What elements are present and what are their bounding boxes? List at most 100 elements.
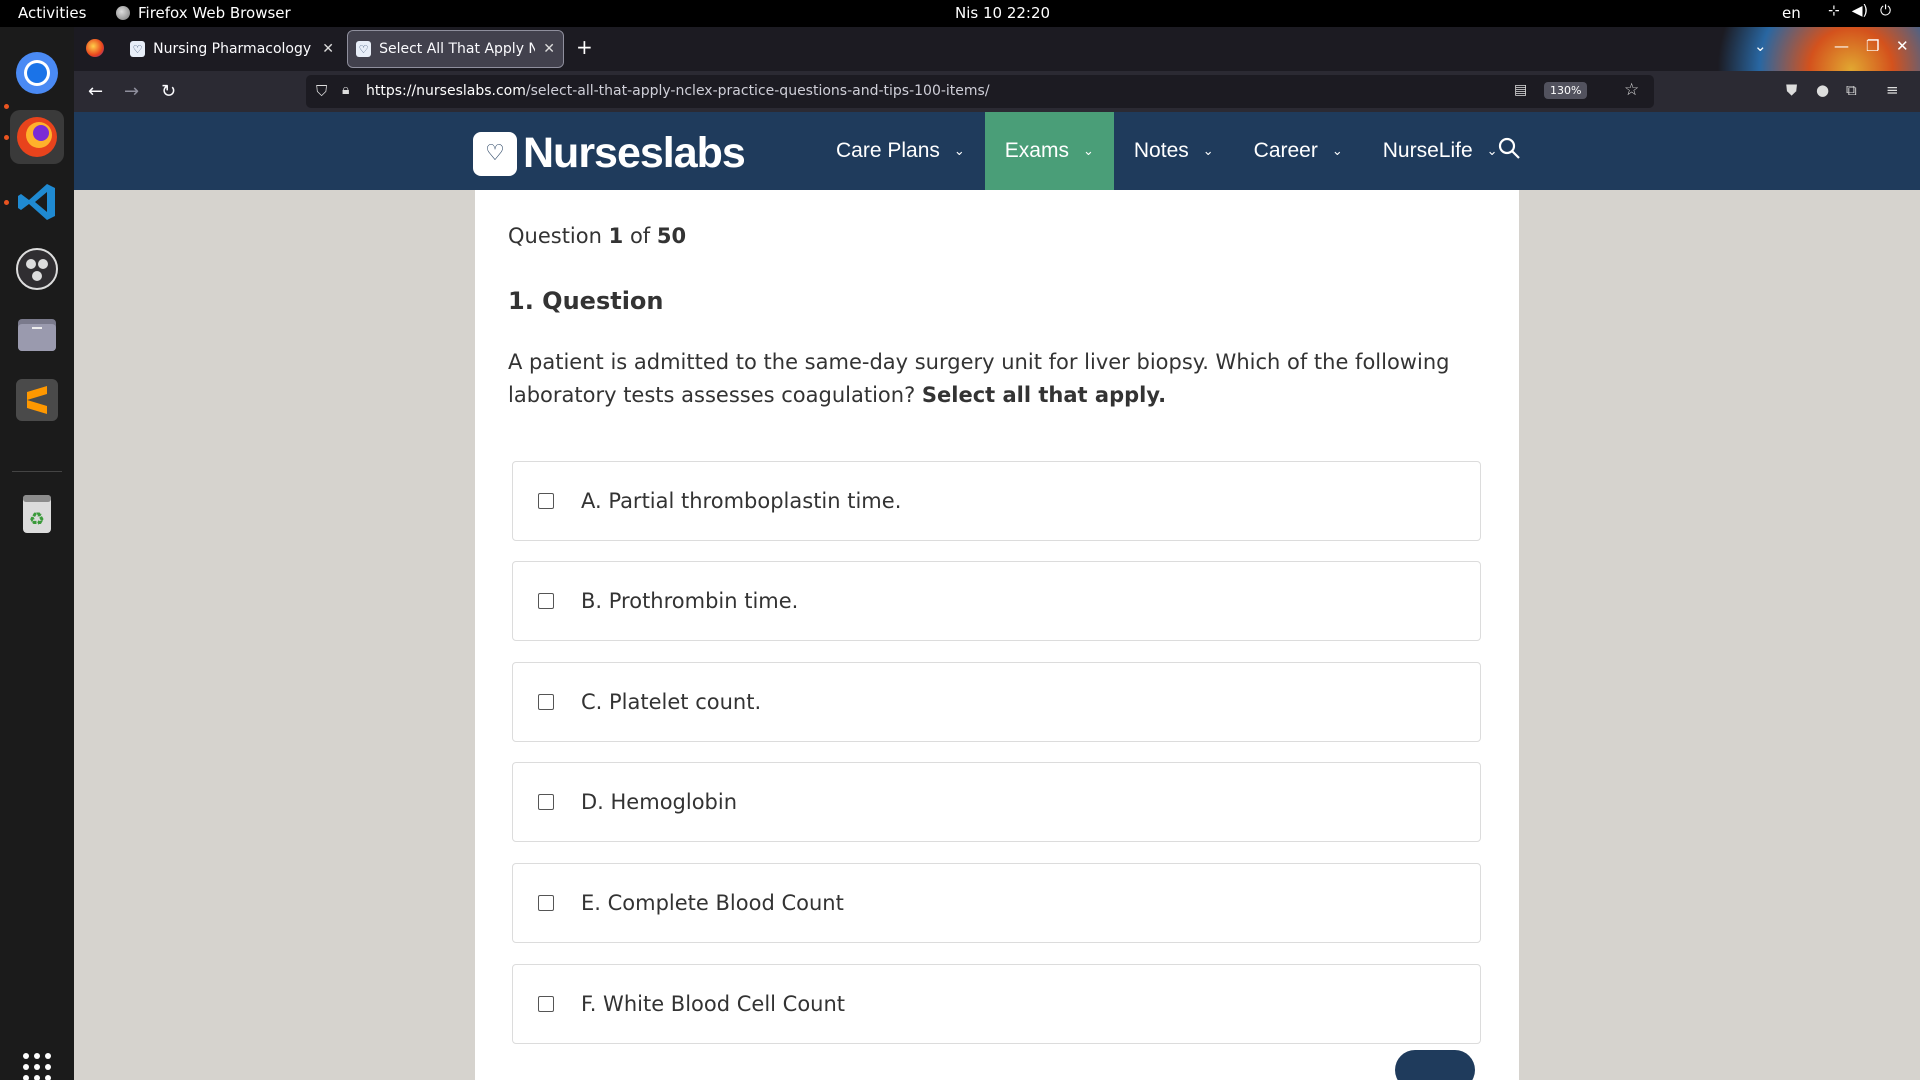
checkbox[interactable]	[538, 794, 554, 810]
url-path: /select-all-that-apply-nclex-practice-qu…	[525, 83, 990, 99]
option-label: C. Platelet count.	[581, 690, 762, 714]
pocket-icon[interactable]: ⛊	[1786, 81, 1797, 99]
extensions-icon[interactable]: ⧉	[1846, 81, 1857, 99]
tab-title: Nursing Pharmacology Q	[153, 41, 315, 57]
checkbox[interactable]	[538, 996, 554, 1012]
option-label: A. Partial thromboplastin time.	[581, 489, 902, 513]
tracking-shield-icon[interactable]: ⛉	[316, 82, 327, 100]
answer-option-a[interactable]: A. Partial thromboplastin time.	[512, 461, 1481, 541]
sublime-launcher[interactable]	[10, 373, 64, 427]
firefox-launcher[interactable]	[10, 110, 64, 164]
files-launcher[interactable]	[10, 307, 64, 361]
nav-label: Exams	[1004, 139, 1069, 162]
vscode-launcher[interactable]	[10, 175, 64, 229]
site-header: ♡ Nurseslabs Care Plans ⌄ Exams ⌄ Notes …	[74, 112, 1920, 190]
option-label: E. Complete Blood Count	[581, 891, 844, 915]
os-top-bar: Activities Firefox Web Browser Nis 10 22…	[0, 0, 1920, 27]
app-name: Firefox Web Browser	[138, 4, 291, 22]
logo-text: Nurseslabs	[523, 129, 746, 177]
account-icon[interactable]: ●	[1816, 81, 1829, 99]
obs-launcher[interactable]	[10, 242, 64, 296]
answer-option-d[interactable]: D. Hemoglobin	[512, 762, 1481, 842]
sublime-text-icon	[16, 379, 58, 421]
search-icon[interactable]	[1497, 136, 1521, 166]
system-tray[interactable]: ⊹ ◀) ⏻	[1828, 3, 1891, 19]
nav-label: Care Plans	[836, 139, 940, 162]
back-icon[interactable]: ←	[88, 81, 103, 102]
clock[interactable]: Nis 10 22:20	[955, 4, 1050, 22]
nav-exams[interactable]: Exams ⌄	[984, 112, 1114, 190]
chevron-down-icon: ⌄	[1486, 143, 1498, 158]
chevron-down-icon: ⌄	[1082, 143, 1094, 158]
question-counter: Question 1 of 50	[508, 224, 686, 248]
minimize-icon[interactable]: —	[1834, 37, 1849, 55]
language-indicator[interactable]: en	[1782, 4, 1801, 22]
nav-career[interactable]: Career ⌄	[1234, 112, 1363, 190]
web-page: ♡ Nurseslabs Care Plans ⌄ Exams ⌄ Notes …	[74, 112, 1920, 1080]
firefox-icon	[116, 6, 130, 20]
tab-strip: ♡ Nursing Pharmacology Q ✕ ♡ Select All …	[74, 27, 1920, 112]
checkbox[interactable]	[538, 895, 554, 911]
app-menu[interactable]: Firefox Web Browser	[116, 4, 291, 22]
question-heading: 1. Question	[508, 287, 664, 315]
close-tab-icon[interactable]: ✕	[543, 41, 555, 57]
nav-label: Career	[1253, 139, 1318, 162]
url-text[interactable]: https://nurseslabs.com/select-all-that-a…	[366, 83, 990, 99]
reload-icon[interactable]: ↻	[161, 81, 176, 102]
nav-nurselife[interactable]: NurseLife ⌄	[1363, 112, 1518, 190]
obs-icon	[16, 248, 58, 290]
show-apps-button[interactable]	[10, 1040, 64, 1080]
chrome-icon	[16, 52, 58, 94]
close-window-icon[interactable]: ✕	[1896, 37, 1909, 55]
network-icon: ⊹	[1828, 3, 1840, 19]
chrome-launcher[interactable]	[10, 46, 64, 100]
list-all-tabs-icon[interactable]: ⌄	[1754, 37, 1767, 55]
zoom-level[interactable]: 130%	[1544, 82, 1588, 99]
site-logo[interactable]: ♡ Nurseslabs	[473, 129, 746, 178]
nurseslabs-favicon: ♡	[356, 41, 372, 57]
bookmark-star-icon[interactable]: ☆	[1624, 80, 1639, 100]
chevron-down-icon: ⌄	[953, 143, 965, 158]
checkbox[interactable]	[538, 493, 554, 509]
tab-select-all-that-apply[interactable]: ♡ Select All That Apply NCL ✕	[347, 30, 564, 68]
menu-icon[interactable]: ≡	[1886, 81, 1899, 99]
quiz-card: Question 1 of 50 1. Question A patient i…	[475, 190, 1519, 1080]
total-questions: 50	[656, 224, 687, 248]
answer-option-b[interactable]: B. Prothrombin time.	[512, 561, 1481, 641]
nav-notes[interactable]: Notes ⌄	[1114, 112, 1234, 190]
main-nav: Care Plans ⌄ Exams ⌄ Notes ⌄ Career ⌄ Nu…	[816, 112, 1518, 190]
nurseslabs-favicon: ♡	[130, 41, 146, 57]
answer-option-e[interactable]: E. Complete Blood Count	[512, 863, 1481, 943]
restore-icon[interactable]: ❐	[1866, 37, 1879, 55]
url-host: https://nurseslabs.com	[366, 83, 526, 99]
question-text: A patient is admitted to the same-day su…	[508, 346, 1468, 412]
checkbox[interactable]	[538, 694, 554, 710]
nav-care-plans[interactable]: Care Plans ⌄	[816, 112, 985, 190]
reader-view-icon[interactable]: ▤	[1514, 82, 1527, 98]
lock-icon[interactable]: 🔒︎	[342, 82, 349, 98]
tab-nursing-pharmacology[interactable]: ♡ Nursing Pharmacology Q ✕	[122, 31, 342, 67]
vscode-icon	[18, 184, 55, 220]
option-label: F. White Blood Cell Count	[581, 992, 846, 1016]
checkbox[interactable]	[538, 593, 554, 609]
nav-label: NurseLife	[1382, 139, 1473, 162]
activities-button[interactable]: Activities	[18, 4, 86, 22]
volume-icon: ◀)	[1851, 3, 1868, 19]
new-tab-button[interactable]: +	[576, 35, 593, 59]
option-label: B. Prothrombin time.	[581, 589, 799, 613]
forward-icon[interactable]: →	[124, 81, 139, 102]
chevron-down-icon: ⌄	[1331, 143, 1343, 158]
address-bar[interactable]: ⛉ 🔒︎ https://nurseslabs.com/select-all-t…	[306, 75, 1654, 108]
question-instruction: Select all that apply.	[921, 383, 1167, 407]
chevron-down-icon: ⌄	[1202, 143, 1214, 158]
firefox-running-dot	[4, 135, 9, 140]
chrome-running-dot	[4, 104, 9, 109]
answer-option-f[interactable]: F. White Blood Cell Count	[512, 964, 1481, 1044]
firefox-view-icon[interactable]	[86, 39, 104, 57]
svg-text:♻: ♻	[29, 509, 45, 530]
trash-launcher[interactable]: ♻	[10, 486, 64, 540]
navigation-toolbar: ← → ↻ ⛉ 🔒︎ https://nurseslabs.com/select…	[74, 71, 1920, 112]
next-button[interactable]	[1395, 1050, 1475, 1080]
close-tab-icon[interactable]: ✕	[322, 41, 334, 57]
answer-option-c[interactable]: C. Platelet count.	[512, 662, 1481, 742]
